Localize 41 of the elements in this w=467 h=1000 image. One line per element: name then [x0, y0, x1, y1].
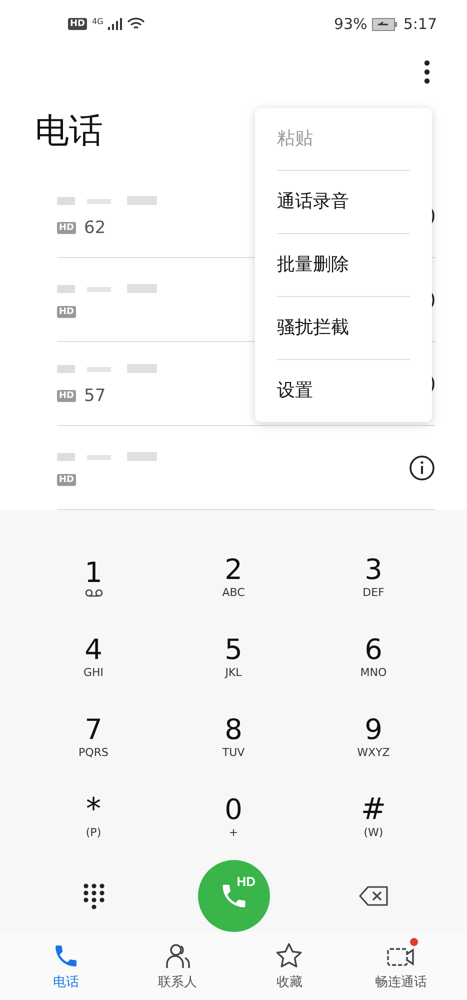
page-title: 电话 — [35, 110, 103, 154]
dial-key[interactable]: * (P) — [24, 780, 164, 854]
hd-badge: HD — [68, 18, 88, 30]
nav-tab[interactable]: 电话 — [10, 932, 122, 1000]
info-icon[interactable] — [409, 454, 435, 481]
battery-percent: 93% — [334, 15, 368, 34]
dial-key[interactable]: 1 — [24, 540, 164, 614]
wifi-icon — [127, 17, 146, 32]
dial-key[interactable]: 0 + — [164, 780, 304, 854]
dial-key[interactable]: 9 WXYZ — [304, 700, 444, 774]
nav-tab[interactable]: 联系人 — [122, 932, 234, 1000]
contacts-icon — [164, 942, 192, 970]
network-label: 4G — [92, 17, 104, 26]
menu-item[interactable]: 骚扰拦截 — [277, 297, 410, 360]
backspace-icon[interactable] — [358, 886, 388, 906]
dial-key[interactable]: 4 GHI — [24, 620, 164, 694]
hd-badge: HD — [57, 222, 76, 234]
phone-number: 57 — [84, 386, 106, 406]
star-icon — [275, 942, 304, 970]
menu-item[interactable]: 批量删除 — [277, 234, 410, 298]
dial-key[interactable]: 3 DEF — [304, 540, 444, 614]
menu-item[interactable]: 通话录音 — [277, 171, 410, 234]
hd-badge: HD — [57, 474, 76, 486]
nav-tab[interactable]: 畅连通话 — [345, 932, 457, 1000]
battery-charging-icon — [372, 18, 398, 31]
dial-key[interactable]: # (W) — [304, 780, 444, 854]
dial-key[interactable]: 6 MNO — [304, 620, 444, 694]
menu-item[interactable]: 设置 — [277, 360, 410, 422]
dial-key[interactable]: 2 ABC — [164, 540, 304, 614]
signal-icon — [108, 18, 122, 30]
nav-tab[interactable]: 收藏 — [234, 932, 346, 1000]
hd-badge: HD — [57, 306, 76, 318]
clock: 5:17 — [403, 15, 437, 34]
dial-key[interactable]: 8 TUV — [164, 700, 304, 774]
dial-key[interactable]: 5 JKL — [164, 620, 304, 694]
dialpad-icon[interactable] — [82, 883, 104, 910]
phone-number: 62 — [84, 218, 106, 238]
dial-key[interactable]: 7 PQRS — [24, 700, 164, 774]
hd-badge: HD — [57, 390, 76, 402]
voicemail-icon — [84, 589, 102, 598]
more-menu-icon[interactable] — [424, 60, 430, 84]
